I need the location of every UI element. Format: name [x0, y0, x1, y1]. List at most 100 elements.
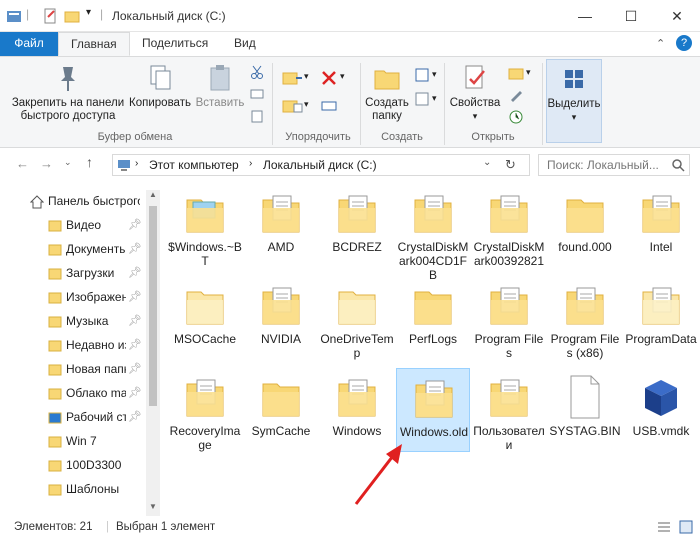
nav-item[interactable]: Недавно измененные📌︎: [0, 334, 146, 356]
nav-item[interactable]: Панель быстрого доступа: [0, 190, 146, 212]
pin-quick-access-button[interactable]: Закрепить на панели быстрого доступа: [6, 61, 130, 127]
explorer-icon: [7, 11, 21, 22]
address-field[interactable]: › Этот компьютер › Локальный диск (C:) ⌄…: [112, 154, 530, 176]
nav-item[interactable]: Рабочий стол📌︎: [0, 406, 146, 428]
file-item[interactable]: USB.vmdk: [624, 368, 698, 452]
tab-file[interactable]: Файл: [0, 32, 58, 56]
documents-folder-icon: [48, 242, 62, 256]
file-name: MSOCache: [173, 332, 237, 346]
new-folder-button[interactable]: Создать папку: [362, 61, 412, 127]
pin-icon[interactable]: 📌︎: [128, 334, 142, 356]
new-item-icon[interactable]: [414, 67, 430, 83]
nav-item[interactable]: Загрузки 📌︎: [0, 262, 146, 284]
pin-icon[interactable]: 📌︎: [128, 358, 142, 380]
address-dropdown-icon[interactable]: ⌄: [483, 157, 491, 168]
properties-qa-icon[interactable]: [42, 8, 58, 24]
tab-share[interactable]: Поделиться: [130, 32, 220, 56]
tab-view[interactable]: Вид: [222, 32, 268, 56]
tab-home[interactable]: Главная: [58, 32, 130, 56]
nav-item[interactable]: Документы 📌︎: [0, 238, 146, 260]
file-item[interactable]: BCDREZ: [320, 184, 394, 268]
file-name: Program Files (x86): [550, 332, 620, 360]
collapse-ribbon-icon[interactable]: ⌃: [656, 37, 665, 50]
up-icon[interactable]: ↑: [86, 154, 93, 170]
file-item[interactable]: Program Files (x86): [548, 276, 622, 360]
folder-icon: [185, 374, 225, 420]
file-item[interactable]: Program Files: [472, 276, 546, 360]
group-clipboard-label: Буфер обмена: [97, 131, 173, 143]
new-folder-qa-icon[interactable]: [64, 8, 80, 24]
file-name: RecoveryImage: [169, 424, 241, 452]
nav-item[interactable]: Win 7: [0, 430, 146, 452]
nav-item[interactable]: Музыка 📌︎: [0, 310, 146, 332]
pin-icon[interactable]: 📌︎: [128, 310, 142, 332]
rename-icon[interactable]: [320, 97, 338, 115]
maximize-button[interactable]: ☐: [608, 0, 654, 32]
copy-button[interactable]: Копировать: [128, 61, 192, 127]
pin-icon[interactable]: 📌︎: [128, 262, 142, 284]
file-item[interactable]: found.000: [548, 184, 622, 268]
nav-scroll-thumb[interactable]: [149, 206, 157, 406]
nav-item[interactable]: Новая папка📌︎: [0, 358, 146, 380]
nav-item[interactable]: 100D3300: [0, 454, 146, 476]
file-item[interactable]: NVIDIA: [244, 276, 318, 360]
select-button[interactable]: Выделить ▾: [546, 59, 602, 143]
file-item[interactable]: CrystalDiskMark00392821: [472, 184, 546, 268]
pin-icon[interactable]: 📌︎: [128, 406, 142, 428]
pin-icon[interactable]: 📌︎: [128, 286, 142, 308]
nav-item[interactable]: Облако mail.ru📌︎: [0, 382, 146, 404]
file-name: NVIDIA: [260, 332, 301, 346]
nav-item[interactable]: Видео 📌︎: [0, 214, 146, 236]
edit-icon[interactable]: [508, 87, 524, 103]
cut-icon[interactable]: [250, 65, 264, 79]
pin-icon[interactable]: 📌︎: [128, 238, 142, 260]
file-list: $Windows.~BT AMD BCDREZ CrystalDiskMark004C…: [162, 180, 697, 516]
details-view-icon[interactable]: [656, 520, 672, 534]
file-item[interactable]: PerfLogs: [396, 276, 470, 360]
history-icon[interactable]: [508, 109, 524, 125]
file-item[interactable]: MSOCache: [168, 276, 242, 360]
breadcrumb-local-disk[interactable]: Локальный диск (C:): [263, 158, 377, 172]
ribbon: Закрепить на панели быстрого доступа Коп…: [0, 56, 700, 148]
pin-icon[interactable]: 📌︎: [128, 382, 142, 404]
copy-path-icon[interactable]: [250, 87, 264, 101]
move-to-icon[interactable]: [282, 69, 304, 87]
file-name: Пользователи: [473, 424, 545, 452]
folder-icon: [48, 362, 62, 376]
file-item[interactable]: SymCache: [244, 368, 318, 452]
file-item[interactable]: RecoveryImage: [168, 368, 242, 452]
file-item[interactable]: OneDriveTemp: [320, 276, 394, 360]
minimize-button[interactable]: —: [562, 0, 608, 32]
search-input[interactable]: Поиск: Локальный...: [538, 154, 690, 176]
file-item[interactable]: Intel: [624, 184, 698, 268]
pin-icon[interactable]: 📌︎: [128, 214, 142, 236]
nav-item[interactable]: Изображения📌︎: [0, 286, 146, 308]
nav-item[interactable]: Шаблоны: [0, 478, 146, 500]
nav-scrollbar[interactable]: ▲ ▼: [146, 190, 160, 516]
file-item[interactable]: ProgramData: [624, 276, 698, 360]
properties-button[interactable]: Свойства ▾: [446, 61, 504, 127]
file-item[interactable]: AMD: [244, 184, 318, 268]
file-item[interactable]: SYSTAG.BIN: [548, 368, 622, 452]
copy-to-icon[interactable]: [282, 97, 304, 115]
folder-icon: [261, 282, 301, 328]
properties-icon: [465, 65, 485, 89]
delete-icon[interactable]: [320, 69, 338, 87]
refresh-icon[interactable]: ↻: [505, 157, 516, 173]
close-button[interactable]: ✕: [654, 0, 700, 32]
file-item[interactable]: CrystalDiskMark004CD1FB: [396, 184, 470, 282]
large-icons-view-icon[interactable]: [678, 519, 694, 535]
paste-shortcut-icon[interactable]: [250, 109, 264, 123]
open-icon[interactable]: [508, 65, 524, 81]
file-item[interactable]: $Windows.~BT: [168, 184, 242, 268]
back-icon[interactable]: ←: [16, 156, 29, 171]
recent-folder-icon: [48, 338, 62, 352]
easy-access-icon[interactable]: [414, 91, 430, 107]
forward-icon[interactable]: →: [40, 156, 53, 171]
selection-count: Выбран 1 элемент: [116, 521, 216, 533]
paste-button[interactable]: Вставить: [192, 61, 248, 127]
file-item[interactable]: Пользователи: [472, 368, 546, 452]
breadcrumb-this-pc[interactable]: Этот компьютер: [149, 158, 239, 172]
help-icon[interactable]: ?: [676, 35, 692, 51]
recent-locations-icon[interactable]: ⌄: [64, 157, 72, 168]
